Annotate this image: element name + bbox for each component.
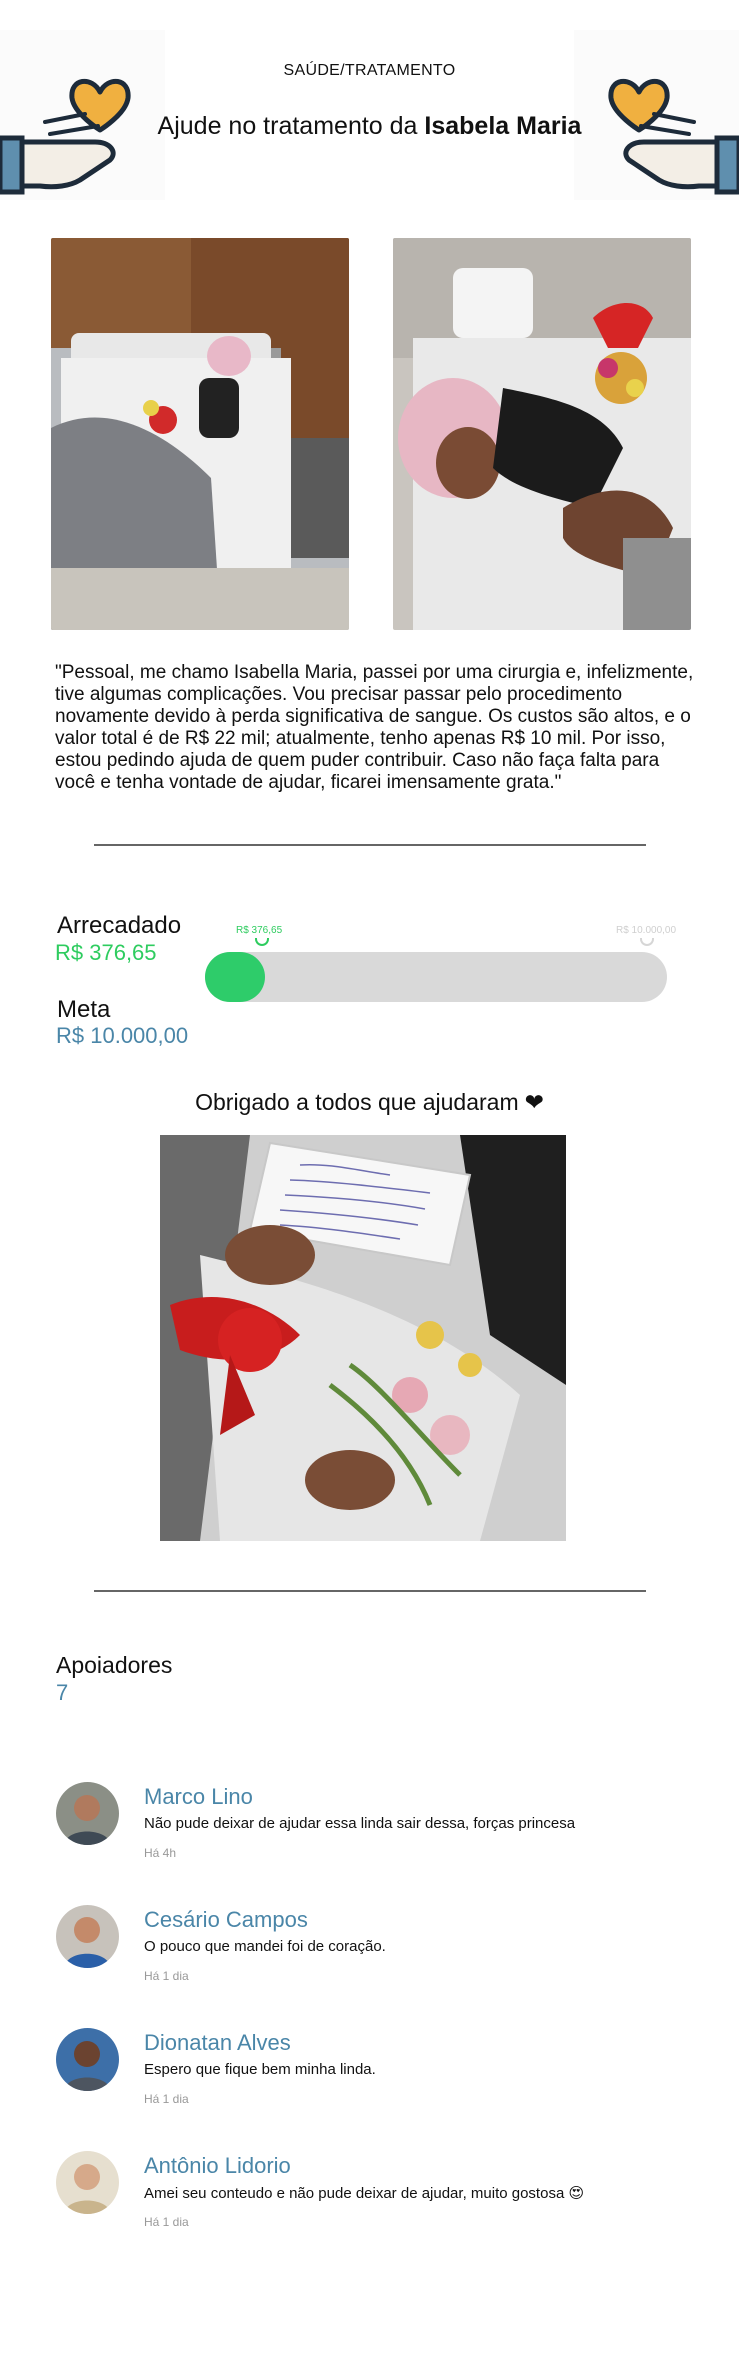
progress-bar-fill: [205, 952, 265, 1002]
supporter-item: Cesário Campos O pouco que mandei foi de…: [56, 1905, 686, 2005]
title-prefix: Ajude no tratamento da: [157, 112, 418, 140]
supporter-time: Há 1 dia: [144, 2092, 189, 2106]
progress-current-marker: [255, 938, 269, 946]
avatar: [56, 2028, 119, 2091]
thanks-photo: [160, 1135, 566, 1541]
supporter-message: O pouco que mandei foi de coração.: [144, 1938, 386, 1955]
supporter-message: Espero que fique bem minha linda.: [144, 2061, 376, 2078]
raised-label: Arrecadado: [57, 912, 182, 939]
section-divider: [94, 844, 646, 846]
supporter-item: Antônio Lidorio Amei seu conteudo e não …: [56, 2151, 686, 2251]
supporters-count: 7: [56, 1680, 69, 1705]
supporter-item: Dionatan Alves Espero que fique bem minh…: [56, 2028, 686, 2128]
goal-label: Meta: [57, 996, 111, 1023]
supporter-message: Amei seu conteudo e não pude deixar de a…: [144, 2185, 585, 2202]
avatar: [56, 2151, 119, 2214]
supporter-name: Cesário Campos: [144, 1907, 308, 1932]
supporter-name: Dionatan Alves: [144, 2030, 291, 2055]
supporter-time: Há 4h: [144, 1846, 177, 1860]
thanks-text: Obrigado a todos que ajudaram: [195, 1089, 519, 1115]
supporter-name: Antônio Lidorio: [144, 2153, 291, 2178]
avatar: [56, 1782, 119, 1845]
thanks-message: Obrigado a todos que ajudaram ❤: [0, 1089, 739, 1116]
hospital-photo-1: [51, 238, 349, 630]
supporter-time: Há 1 dia: [144, 1969, 189, 1983]
supporter-name: Marco Lino: [144, 1784, 253, 1809]
campaign-category: SAÚDE/TRATAMENTO: [283, 62, 456, 79]
progress-max-label: R$ 10.000,00: [616, 925, 677, 936]
section-divider: [94, 1590, 646, 1592]
title-name: Isabela Maria: [424, 112, 582, 140]
progress-goal-marker: [640, 938, 654, 946]
supporter-message: Não pude deixar de ajudar essa linda sai…: [144, 1815, 576, 1832]
progress-bar: [205, 952, 667, 1002]
page-title: Ajude no tratamento da Isabela Maria: [0, 112, 739, 141]
raised-value: R$ 376,65: [55, 940, 157, 965]
avatar: [56, 1905, 119, 1968]
progress-min-label: R$ 376,65: [236, 925, 283, 936]
goal-value: R$ 10.000,00: [56, 1023, 189, 1048]
supporter-item: Marco Lino Não pude deixar de ajudar ess…: [56, 1782, 686, 1882]
supporters-label: Apoiadores: [56, 1652, 173, 1678]
heart-icon: ❤: [524, 1089, 544, 1115]
supporter-time: Há 1 dia: [144, 2215, 189, 2229]
campaign-story: "Pessoal, me chamo Isabella Maria, passe…: [55, 662, 694, 793]
hospital-photo-2: [393, 238, 691, 630]
